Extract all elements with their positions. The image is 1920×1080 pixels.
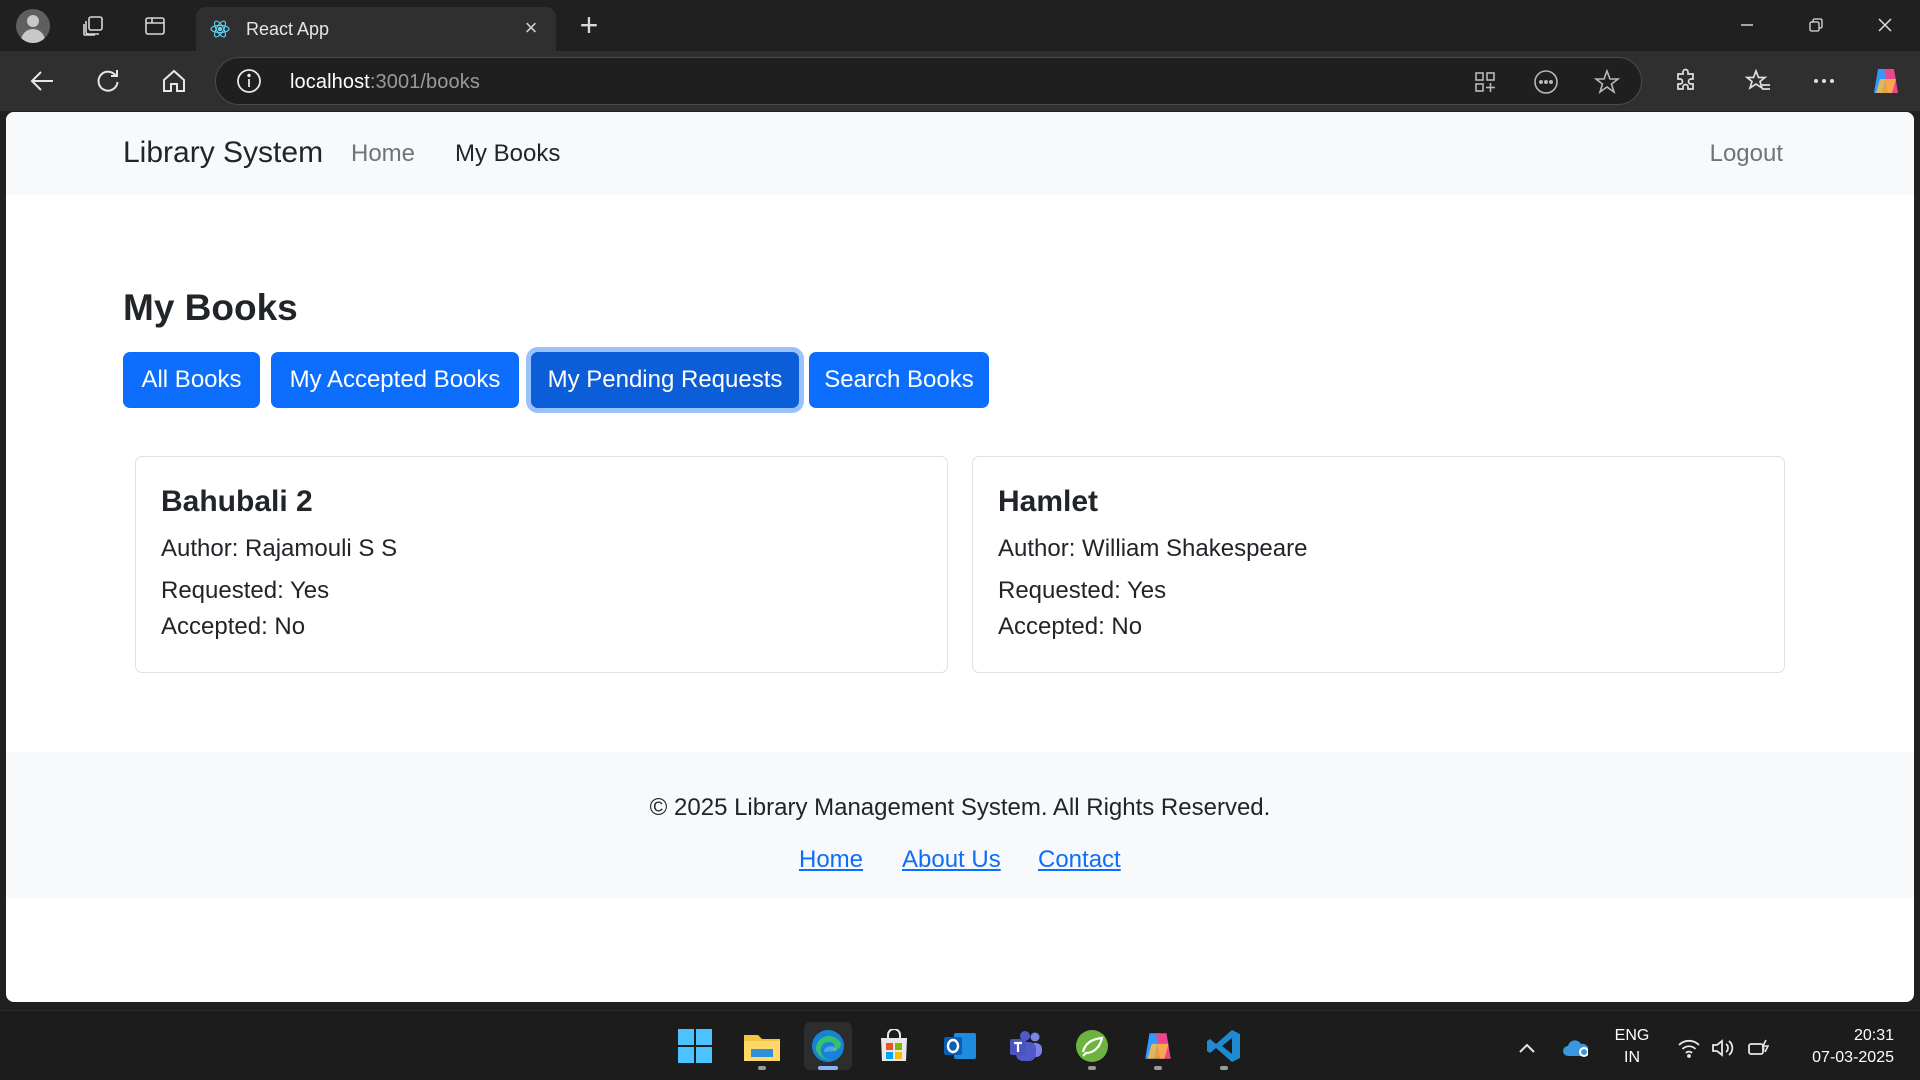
- navbar-brand[interactable]: Library System: [123, 136, 323, 170]
- outlook-icon[interactable]: [936, 1022, 984, 1070]
- more-options-icon[interactable]: [1806, 63, 1842, 99]
- app-available-icon[interactable]: [1471, 68, 1499, 96]
- microsoft-store-icon[interactable]: [870, 1022, 918, 1070]
- profile-avatar-icon[interactable]: [16, 9, 50, 43]
- battery-charging-icon[interactable]: [1746, 1035, 1772, 1061]
- start-button-icon[interactable]: [671, 1022, 719, 1070]
- nav-link-my-books[interactable]: My Books: [455, 140, 560, 168]
- extensions-icon[interactable]: [1668, 63, 1704, 99]
- nav-link-home[interactable]: Home: [351, 140, 415, 168]
- clock-time: 20:31: [1853, 1027, 1894, 1044]
- reading-view-icon[interactable]: [1532, 68, 1560, 96]
- book-requested-status: Requested: Yes: [161, 577, 330, 604]
- input-language-indicator[interactable]: ENG IN: [1610, 1025, 1654, 1069]
- file-explorer-icon[interactable]: [738, 1022, 786, 1070]
- all-books-button[interactable]: All Books: [123, 352, 260, 408]
- site-info-icon[interactable]: [236, 68, 262, 94]
- search-books-button[interactable]: Search Books: [809, 352, 989, 408]
- new-tab-icon[interactable]: +: [572, 9, 606, 43]
- my-accepted-books-button[interactable]: My Accepted Books: [271, 352, 519, 408]
- logout-link[interactable]: Logout: [1710, 140, 1783, 168]
- footer-link-home[interactable]: Home: [799, 846, 863, 874]
- book-accepted-status: Accepted: No: [998, 613, 1143, 640]
- favorites-list-icon[interactable]: [1740, 63, 1776, 99]
- refresh-icon[interactable]: [88, 63, 128, 99]
- app-navbar: Library System Home My Books Logout: [6, 112, 1914, 195]
- spring-tool-suite-icon[interactable]: [1068, 1022, 1116, 1070]
- book-requested-status: Requested: Yes: [998, 577, 1167, 604]
- system-clock[interactable]: 20:31 07-03-2025: [1812, 1025, 1894, 1069]
- web-page: Library System Home My Books Logout My B…: [6, 112, 1914, 1002]
- copilot-app-icon[interactable]: [1134, 1022, 1182, 1070]
- page-title: My Books: [123, 287, 298, 328]
- url-text: localhost:3001/books: [290, 71, 480, 93]
- home-icon[interactable]: [154, 63, 194, 99]
- my-pending-requests-button[interactable]: My Pending Requests: [531, 352, 799, 408]
- restore-icon[interactable]: [1791, 7, 1841, 43]
- workspaces-icon[interactable]: [76, 9, 110, 43]
- teams-icon[interactable]: [1002, 1022, 1050, 1070]
- close-window-icon[interactable]: [1860, 7, 1910, 43]
- vscode-icon[interactable]: [1200, 1022, 1248, 1070]
- active-browser-tab[interactable]: React App ×: [196, 7, 556, 51]
- favorite-star-icon[interactable]: [1593, 68, 1621, 96]
- book-title: Hamlet: [998, 485, 1099, 518]
- clock-date: 07-03-2025: [1812, 1049, 1894, 1066]
- windows-taskbar: ENG IN 20:31 07-03-2025: [0, 1010, 1920, 1080]
- back-arrow-icon[interactable]: [22, 63, 62, 99]
- copilot-icon[interactable]: [1868, 63, 1904, 99]
- tab-actions-icon[interactable]: [138, 9, 172, 43]
- book-card: Hamlet Author: William Shakespeare Reque…: [972, 456, 1785, 673]
- book-card: Bahubali 2 Author: Rajamouli S S Request…: [135, 456, 948, 673]
- address-bar[interactable]: localhost:3001/books: [215, 57, 1642, 105]
- book-author: Author: William Shakespeare: [998, 535, 1308, 562]
- copyright-text: © 2025 Library Management System. All Ri…: [649, 794, 1271, 821]
- edge-browser-icon[interactable]: [804, 1022, 852, 1070]
- tab-close-icon[interactable]: ×: [518, 15, 544, 41]
- page-footer: © 2025 Library Management System. All Ri…: [6, 752, 1914, 898]
- show-hidden-icons-chevron-icon[interactable]: [1514, 1035, 1540, 1061]
- minimize-icon[interactable]: [1722, 7, 1772, 43]
- tab-title: React App: [246, 19, 330, 39]
- book-accepted-status: Accepted: No: [161, 613, 306, 640]
- browser-title-bar: React App × +: [0, 0, 1920, 51]
- volume-icon[interactable]: [1710, 1035, 1736, 1061]
- book-title: Bahubali 2: [161, 485, 313, 518]
- footer-link-about-us[interactable]: About Us: [902, 846, 1001, 874]
- onedrive-icon[interactable]: [1562, 1035, 1588, 1061]
- wifi-icon[interactable]: [1676, 1035, 1702, 1061]
- footer-link-contact[interactable]: Contact: [1038, 846, 1121, 874]
- react-logo-icon: [210, 19, 230, 39]
- book-author: Author: Rajamouli S S: [161, 535, 398, 562]
- browser-toolbar: localhost:3001/books: [0, 51, 1920, 111]
